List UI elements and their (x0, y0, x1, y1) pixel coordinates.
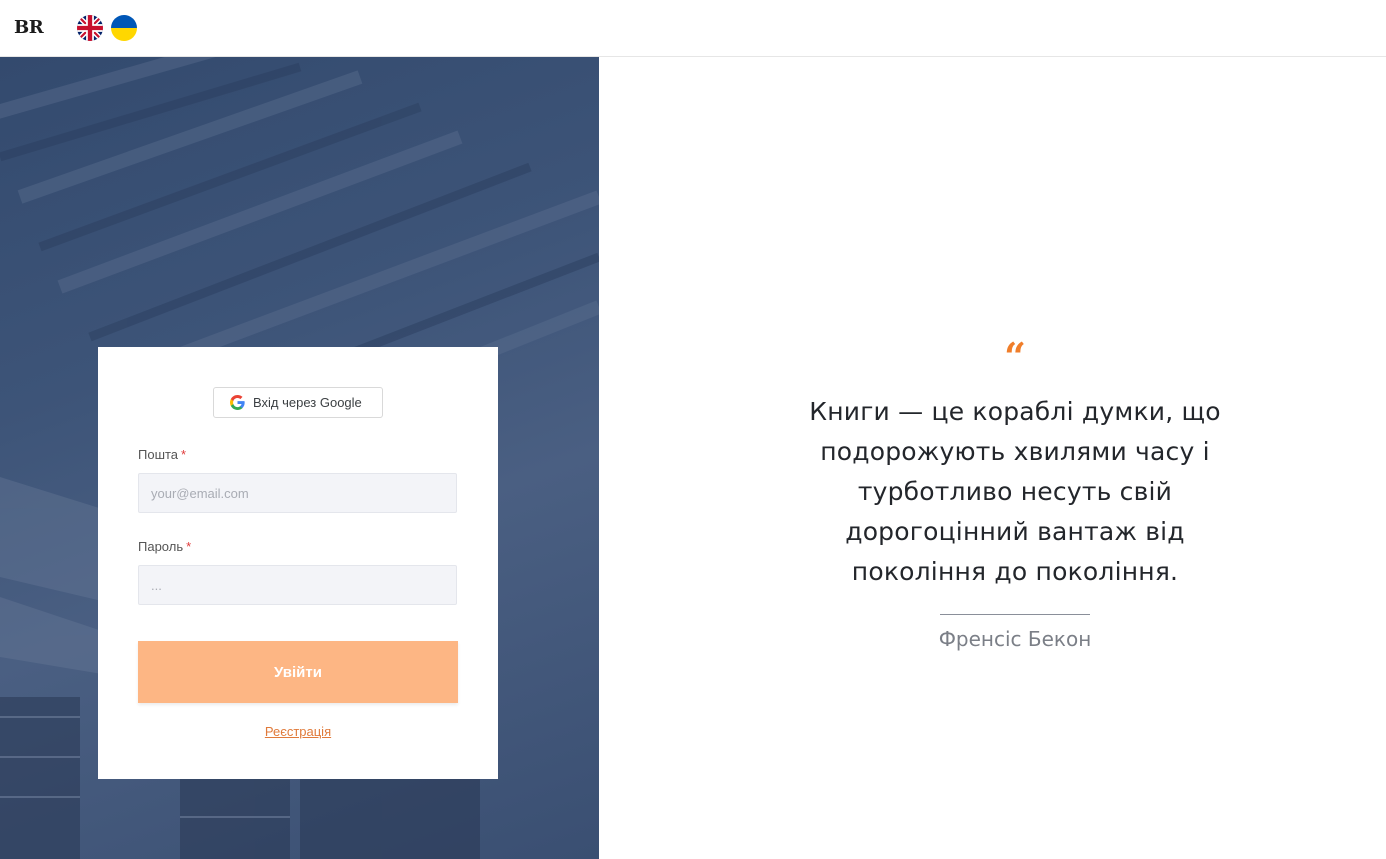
required-mark: * (186, 539, 192, 554)
google-login-button[interactable]: Вхід через Google (213, 387, 383, 418)
email-input[interactable] (138, 473, 457, 513)
quote-author: Френсіс Бекон (938, 627, 1092, 651)
background-image-panel: Вхід через Google Пошта* Пароль* Увійти … (0, 57, 599, 859)
email-label-text: Пошта (138, 447, 179, 462)
ukraine-flag-icon[interactable] (111, 15, 137, 41)
quote-mark-icon: “ (1004, 334, 1026, 379)
required-mark: * (181, 447, 187, 462)
password-label-text: Пароль (138, 539, 184, 554)
login-submit-button[interactable]: Увійти (138, 641, 458, 703)
login-card: Вхід через Google Пошта* Пароль* Увійти … (98, 347, 498, 779)
quote-section: “ Книги — це кораблі думки, що подорожую… (780, 334, 1250, 652)
quote-divider (940, 614, 1090, 615)
password-label: Пароль * (138, 539, 191, 554)
logo[interactable]: BR (14, 17, 44, 38)
google-icon (230, 395, 245, 410)
password-input[interactable] (138, 565, 457, 605)
top-bar: BR (0, 0, 1386, 57)
google-login-label: Вхід через Google (253, 395, 362, 410)
quote-text: Книги — це кораблі думки, що подорожують… (809, 397, 1221, 586)
email-label: Пошта * (138, 447, 186, 462)
register-link[interactable]: Реєстрація (98, 724, 498, 739)
uk-flag-icon[interactable] (77, 15, 103, 41)
